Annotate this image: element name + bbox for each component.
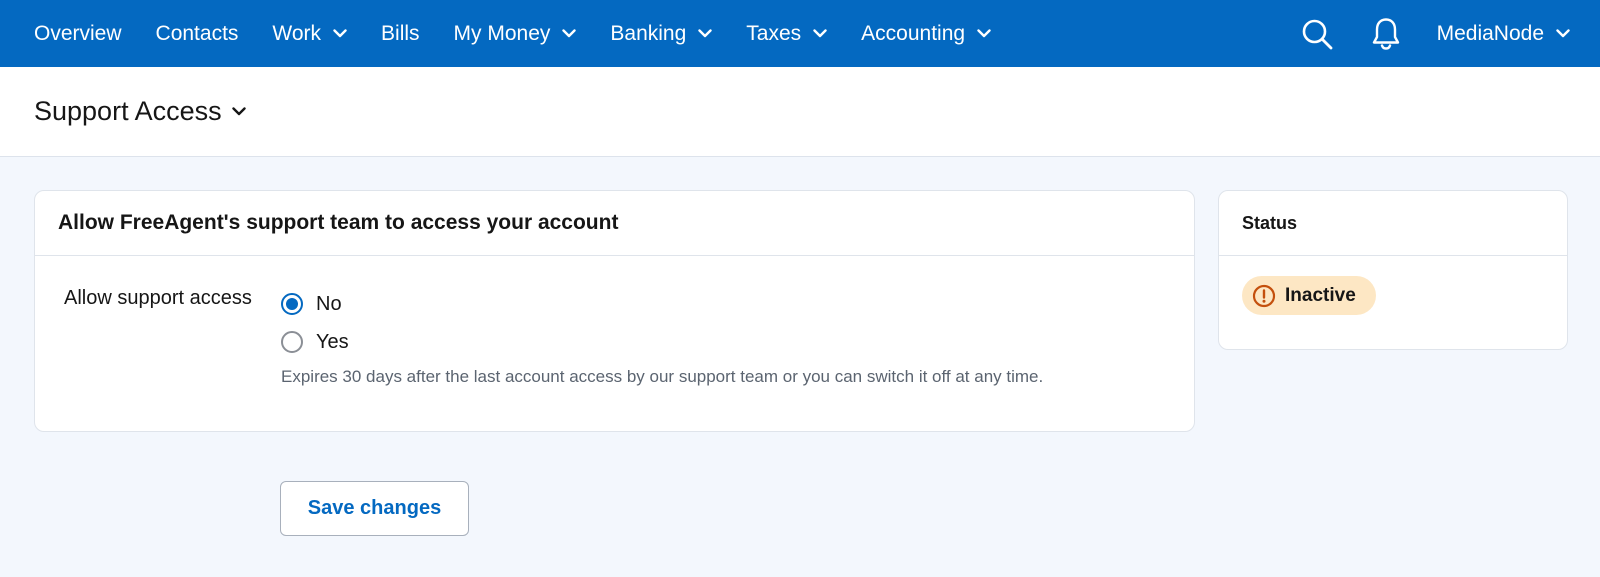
- status-badge-label: Inactive: [1285, 284, 1356, 306]
- chevron-down-icon: [1556, 29, 1570, 38]
- nav-item-work[interactable]: Work: [272, 22, 347, 46]
- nav-item-label: Banking: [610, 21, 687, 45]
- nav-utilities: MediaNode: [1301, 17, 1600, 50]
- radio-yes[interactable]: [281, 331, 303, 353]
- status-card: Status Inactive: [1218, 190, 1568, 350]
- top-navigation: Overview Contacts Work Bills My Money Ba…: [0, 0, 1600, 67]
- nav-item-overview[interactable]: Overview: [34, 22, 122, 46]
- nav-item-label: Overview: [34, 21, 122, 45]
- chevron-down-icon: [333, 29, 347, 38]
- radio-option-yes[interactable]: Yes: [281, 323, 349, 361]
- support-access-card: Allow FreeAgent's support team to access…: [34, 190, 1195, 432]
- nav-item-bills[interactable]: Bills: [381, 22, 420, 46]
- chevron-down-icon: [231, 107, 246, 116]
- radio-label: No: [316, 292, 342, 315]
- save-button[interactable]: Save changes: [280, 481, 469, 536]
- radio-no[interactable]: [281, 293, 303, 315]
- chevron-down-icon: [813, 29, 827, 38]
- support-access-options: No Yes: [281, 285, 349, 361]
- radio-option-no[interactable]: No: [281, 285, 349, 323]
- nav-item-label: Bills: [381, 21, 420, 45]
- field-label: Allow support access: [64, 287, 252, 309]
- nav-menu: Overview Contacts Work Bills My Money Ba…: [34, 22, 1301, 46]
- status-badge: Inactive: [1242, 276, 1376, 315]
- page-title-text: Support Access: [34, 96, 222, 126]
- account-name: MediaNode: [1436, 21, 1544, 45]
- nav-item-label: Work: [272, 21, 322, 45]
- nav-item-banking[interactable]: Banking: [610, 22, 712, 46]
- nav-item-label: My Money: [453, 21, 551, 45]
- chevron-down-icon: [698, 29, 712, 38]
- bell-icon[interactable]: [1371, 17, 1401, 50]
- nav-item-contacts[interactable]: Contacts: [156, 22, 239, 46]
- account-menu[interactable]: MediaNode: [1437, 22, 1570, 46]
- search-icon[interactable]: [1301, 18, 1333, 50]
- nav-item-accounting[interactable]: Accounting: [861, 22, 991, 46]
- chevron-down-icon: [562, 29, 577, 38]
- nav-item-label: Accounting: [861, 21, 966, 45]
- nav-item-label: Contacts: [155, 21, 239, 45]
- page-title[interactable]: Support Access: [34, 96, 246, 127]
- chevron-down-icon: [977, 29, 991, 38]
- nav-item-taxes[interactable]: Taxes: [746, 22, 827, 46]
- card-heading: Allow FreeAgent's support team to access…: [35, 191, 1194, 256]
- page-header: Support Access: [0, 67, 1600, 157]
- expiry-hint: Expires 30 days after the last account a…: [281, 367, 1044, 386]
- radio-label: Yes: [316, 330, 349, 353]
- nav-item-label: Taxes: [746, 21, 802, 45]
- status-heading: Status: [1219, 191, 1567, 256]
- nav-item-my-money[interactable]: My Money: [454, 22, 577, 46]
- main-content: Allow FreeAgent's support team to access…: [0, 157, 1600, 536]
- warning-icon: [1252, 284, 1276, 308]
